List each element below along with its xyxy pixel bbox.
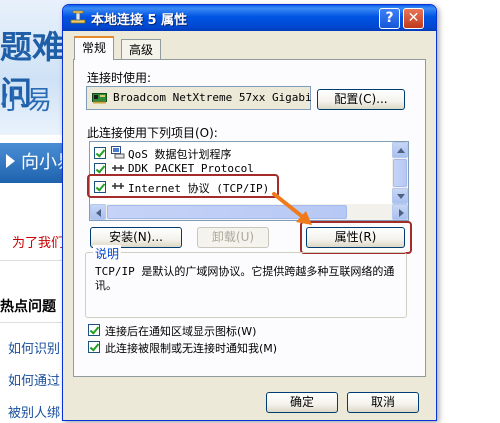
item-label: QoS 数据包计划程序	[128, 148, 232, 161]
scroll-up-button[interactable]	[392, 142, 408, 158]
adapter-name: Broadcom NetXtreme 57xx Gigabi	[113, 91, 312, 104]
tab-advanced[interactable]: 高级	[121, 39, 162, 59]
dialog-title: 本地连接 5 属性	[91, 13, 188, 28]
chevron-down-icon	[397, 194, 405, 199]
question-link[interactable]: 如何通过	[8, 370, 60, 389]
play-arrow-icon	[6, 154, 15, 168]
highlight-box	[87, 174, 279, 198]
close-button[interactable]: ✕	[403, 8, 424, 29]
scroll-right-button[interactable]	[392, 204, 408, 220]
qos-icon	[111, 146, 125, 159]
scroll-left-button[interactable]	[90, 204, 106, 220]
configure-button[interactable]: 配置(C)...	[317, 89, 405, 110]
ok-button[interactable]: 确定	[266, 392, 338, 413]
description-text: TCP/IP 是默认的广域网协议。它提供跨越多种互联网络的通讯。	[95, 265, 395, 292]
horizontal-scrollbar[interactable]	[90, 204, 408, 220]
chevron-up-icon	[397, 148, 405, 153]
show-icon-label: 连接后在通知区域显示图标(W)	[105, 325, 257, 338]
checkbox[interactable]	[88, 341, 100, 353]
question-link[interactable]: 如何识别	[8, 338, 60, 357]
description-title: 说明	[93, 245, 122, 262]
tab-general[interactable]: 常规	[74, 36, 115, 60]
components-label: 此连接使用下列项目(O):	[87, 126, 218, 140]
description-group: 说明 TCP/IP 是默认的广域网协议。它提供跨越多种互联网络的通讯。	[85, 245, 407, 318]
vertical-scrollbar[interactable]	[392, 142, 408, 204]
checkbox[interactable]	[94, 147, 106, 159]
chevron-right-icon	[399, 209, 404, 217]
network-card-icon	[92, 93, 107, 104]
hot-questions-heading: 热点问题	[0, 299, 56, 315]
checkbox[interactable]	[88, 324, 100, 336]
question-link[interactable]: 被别人绑	[8, 402, 60, 421]
help-button[interactable]: ?	[379, 8, 400, 29]
banner-subtext: 小易	[0, 86, 53, 116]
notify-label: 此连接被限制或无连接时通知我(M)	[105, 342, 278, 355]
adapter-field: Broadcom NetXtreme 57xx Gigabi	[86, 86, 312, 110]
chevron-left-icon	[96, 209, 101, 217]
connect-using-label: 连接时使用:	[87, 71, 152, 85]
cancel-button[interactable]: 取消	[347, 392, 419, 413]
arrow-annotation-icon	[272, 192, 312, 225]
uninstall-button: 卸载(U)	[197, 227, 269, 248]
title-bar[interactable]: 本地连接 5 属性 ? ✕	[63, 5, 436, 31]
network-connection-icon	[70, 10, 86, 24]
scrollbar-thumb[interactable]	[393, 159, 407, 187]
scroll-down-button[interactable]	[392, 188, 408, 204]
properties-dialog: 本地连接 5 属性 ? ✕ 常规 高级 连接时使用: Broadcom NetX…	[62, 4, 437, 421]
